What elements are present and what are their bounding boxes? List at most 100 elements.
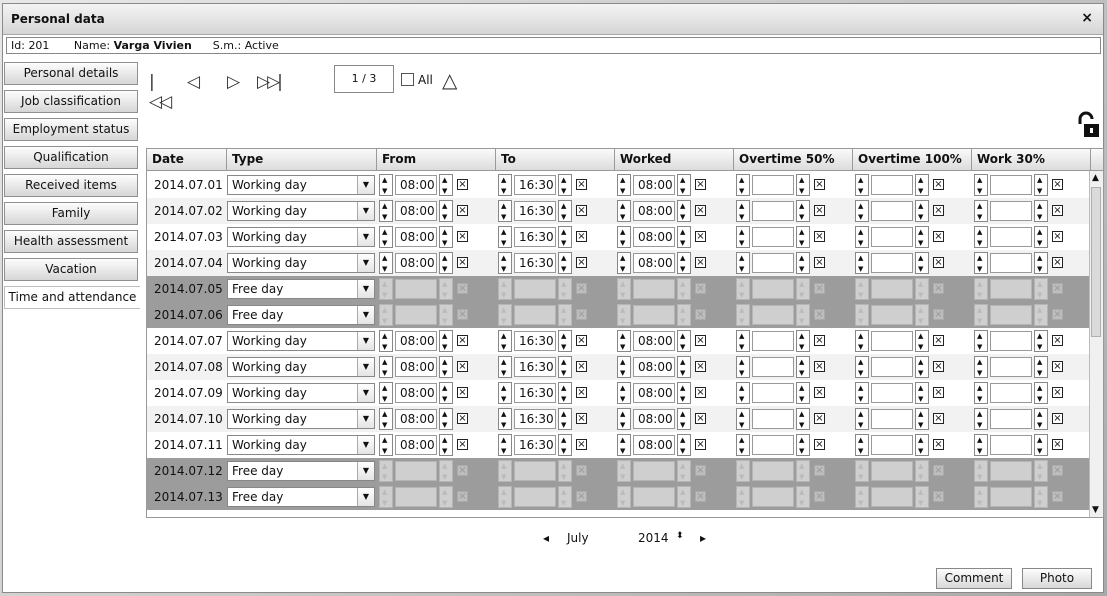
overtime-100-time-input[interactable] [871,435,913,455]
type-select[interactable]: Working day ▼ [227,331,375,351]
clear-checkbox-icon[interactable]: × [933,335,944,346]
to-time-input[interactable]: 16:30 [514,409,556,429]
from-time-input[interactable]: 08:00 [395,357,437,377]
spinner-arrows-icon[interactable] [796,460,810,482]
spinner-arrows-icon[interactable] [677,174,691,196]
to-time-input[interactable] [514,487,556,507]
from-time-input[interactable] [395,305,437,325]
next-month-icon[interactable]: ▸ [700,531,706,545]
clear-checkbox-icon[interactable]: × [1052,413,1063,424]
clear-checkbox-icon[interactable]: × [1052,361,1063,372]
from-time-input[interactable]: 08:00 [395,331,437,351]
from-time-input[interactable]: 08:00 [395,175,437,195]
clear-checkbox-icon[interactable]: × [457,439,468,450]
page-indicator[interactable]: 1 / 3 [334,65,394,93]
overtime-100-time-input[interactable] [871,279,913,299]
scroll-thumb[interactable] [1091,187,1101,337]
spinner-arrows-icon[interactable] [498,226,512,248]
clear-checkbox-icon[interactable]: × [457,283,468,294]
clear-checkbox-icon[interactable]: × [457,413,468,424]
from-time-input[interactable] [395,279,437,299]
sidebar-item-qualification[interactable]: Qualification [4,146,138,169]
overtime-100-time-input[interactable] [871,201,913,221]
clear-checkbox-icon[interactable]: × [1052,309,1063,320]
overtime-50-time-input[interactable] [752,201,794,221]
overtime-50-time-input[interactable] [752,409,794,429]
spinner-arrows-icon[interactable] [736,330,750,352]
all-checkbox-wrap[interactable]: All [401,73,433,87]
clear-checkbox-icon[interactable]: × [695,309,706,320]
clear-checkbox-icon[interactable]: × [814,283,825,294]
worked-time-input[interactable]: 08:00 [633,175,675,195]
spinner-arrows-icon[interactable] [379,408,393,430]
type-select[interactable]: Working day ▼ [227,175,375,195]
clear-checkbox-icon[interactable]: × [814,179,825,190]
spinner-arrows-icon[interactable] [974,408,988,430]
spinner-arrows-icon[interactable] [855,278,869,300]
work-30-time-input[interactable] [990,461,1032,481]
col-worked[interactable]: Worked [615,149,734,170]
clear-checkbox-icon[interactable]: × [933,283,944,294]
clear-checkbox-icon[interactable]: × [814,439,825,450]
spinner-arrows-icon[interactable] [439,278,453,300]
spinner-arrows-icon[interactable] [736,200,750,222]
spinner-arrows-icon[interactable] [439,460,453,482]
to-time-input[interactable]: 16:30 [514,435,556,455]
overtime-100-time-input[interactable] [871,409,913,429]
overtime-50-time-input[interactable] [752,461,794,481]
spinner-arrows-icon[interactable] [736,382,750,404]
spinner-arrows-icon[interactable] [855,226,869,248]
to-time-input[interactable]: 16:30 [514,175,556,195]
spinner-arrows-icon[interactable] [1034,486,1048,508]
work-30-time-input[interactable] [990,409,1032,429]
spinner-arrows-icon[interactable] [558,200,572,222]
overtime-50-time-input[interactable] [752,331,794,351]
worked-time-input[interactable]: 08:00 [633,409,675,429]
spinner-arrows-icon[interactable] [855,330,869,352]
spinner-arrows-icon[interactable] [558,408,572,430]
from-time-input[interactable] [395,487,437,507]
spinner-arrows-icon[interactable] [677,382,691,404]
spinner-arrows-icon[interactable] [736,408,750,430]
spinner-arrows-icon[interactable] [1034,252,1048,274]
to-time-input[interactable]: 16:30 [514,253,556,273]
overtime-50-time-input[interactable] [752,305,794,325]
dropdown-arrow-icon[interactable]: ▼ [357,228,374,246]
spinner-arrows-icon[interactable] [617,356,631,378]
spinner-arrows-icon[interactable] [974,434,988,456]
spinner-arrows-icon[interactable] [736,174,750,196]
previous-page-icon[interactable]: ◁ [187,72,200,92]
spinner-arrows-icon[interactable] [439,304,453,326]
clear-checkbox-icon[interactable]: × [695,283,706,294]
sidebar-item-employment-status[interactable]: Employment status [4,118,138,141]
clear-checkbox-icon[interactable]: × [1052,335,1063,346]
next-page-icon[interactable]: ▷ [227,72,240,92]
clear-checkbox-icon[interactable]: × [933,491,944,502]
work-30-time-input[interactable] [990,487,1032,507]
spinner-arrows-icon[interactable] [379,330,393,352]
worked-time-input[interactable]: 08:00 [633,383,675,403]
spinner-arrows-icon[interactable] [498,408,512,430]
overtime-50-time-input[interactable] [752,175,794,195]
clear-checkbox-icon[interactable]: × [1052,179,1063,190]
spinner-arrows-icon[interactable] [439,200,453,222]
clear-checkbox-icon[interactable]: × [933,361,944,372]
clear-checkbox-icon[interactable]: × [933,231,944,242]
to-time-input[interactable] [514,279,556,299]
spinner-arrows-icon[interactable] [379,304,393,326]
overtime-100-time-input[interactable] [871,357,913,377]
dropdown-arrow-icon[interactable]: ▼ [357,202,374,220]
col-type[interactable]: Type [227,149,377,170]
type-select[interactable]: Working day ▼ [227,357,375,377]
clear-checkbox-icon[interactable]: × [695,205,706,216]
work-30-time-input[interactable] [990,435,1032,455]
spinner-arrows-icon[interactable] [915,382,929,404]
work-30-time-input[interactable] [990,201,1032,221]
spinner-arrows-icon[interactable] [558,252,572,274]
spinner-arrows-icon[interactable] [1034,200,1048,222]
spinner-arrows-icon[interactable] [1034,330,1048,352]
from-time-input[interactable]: 08:00 [395,201,437,221]
spinner-arrows-icon[interactable] [796,200,810,222]
spinner-arrows-icon[interactable] [558,226,572,248]
col-from[interactable]: From [377,149,496,170]
